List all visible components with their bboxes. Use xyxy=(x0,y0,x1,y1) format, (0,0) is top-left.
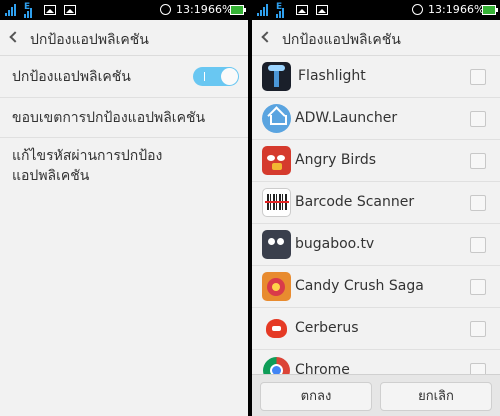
app-row-bugaboo-tv[interactable]: bugaboo.tv xyxy=(252,224,500,266)
app-name: Cerberus xyxy=(295,320,359,336)
cerberus-icon xyxy=(262,314,291,343)
battery-percent: 66% xyxy=(460,3,485,16)
status-bar: E 13:19 66% xyxy=(252,0,500,20)
page-title: ปกป้องแอปพลิเคชัน xyxy=(282,32,401,48)
image-notification-icon xyxy=(64,5,76,15)
setting-label: ปกป้องแอปพลิเคชัน xyxy=(12,69,131,85)
signal-icon xyxy=(5,4,18,16)
app-name: ADW.Launcher xyxy=(295,110,398,126)
adw-launcher-icon xyxy=(262,104,291,133)
app-name: Candy Crush Saga xyxy=(295,278,424,294)
edge-signal-icon: E xyxy=(24,2,36,18)
back-arrow-icon[interactable] xyxy=(9,31,21,43)
bottom-action-bar: ตกลง ยกเลิก xyxy=(252,374,500,416)
alarm-icon xyxy=(412,4,423,15)
app-checkbox[interactable] xyxy=(470,111,486,127)
flashlight-icon xyxy=(262,62,291,91)
battery-charging-icon xyxy=(230,5,246,15)
setting-change-password[interactable]: แก้ไขรหัสผ่านการปกป้องแอปพลิเคชัน xyxy=(0,138,248,186)
battery-percent: 66% xyxy=(208,3,233,16)
angry-birds-icon xyxy=(262,146,291,175)
app-row-angry-birds[interactable]: Angry Birds xyxy=(252,140,500,182)
app-name: Barcode Scanner xyxy=(295,194,415,210)
title-bar: ปกป้องแอปพลิเคชัน xyxy=(252,20,500,56)
page-title: ปกป้องแอปพลิเคชัน xyxy=(30,32,149,48)
status-time: 13:19 xyxy=(176,3,208,16)
battery-charging-icon xyxy=(482,5,498,15)
status-time: 13:19 xyxy=(428,3,460,16)
image-notification-icon xyxy=(296,5,308,15)
cancel-button[interactable]: ยกเลิก xyxy=(380,382,492,411)
app-row-barcode-scanner[interactable]: Barcode Scanner xyxy=(252,182,500,224)
edge-signal-icon: E xyxy=(276,2,288,18)
left-screen: E 13:19 66% ปกป้องแอปพลิเคชัน ปกป้องแอปพ… xyxy=(0,0,248,416)
setting-label: แก้ไขรหัสผ่านการปกป้องแอปพลิเคชัน xyxy=(12,148,163,184)
alarm-icon xyxy=(160,4,171,15)
app-name: Angry Birds xyxy=(295,152,377,168)
barcode-scanner-icon xyxy=(262,188,291,217)
back-arrow-icon[interactable] xyxy=(261,31,273,43)
app-checkbox[interactable] xyxy=(470,69,486,85)
signal-icon xyxy=(257,4,270,16)
app-checkbox[interactable] xyxy=(470,195,486,211)
right-screen: E 13:19 66% ปกป้องแอปพลิเคชัน Flashlight… xyxy=(252,0,500,416)
app-row-candy-crush[interactable]: Candy Crush Saga xyxy=(252,266,500,308)
app-name: bugaboo.tv xyxy=(295,236,375,252)
toggle-on-mark xyxy=(204,72,205,81)
image-notification-icon xyxy=(316,5,328,15)
setting-app-protection[interactable]: ปกป้องแอปพลิเคชัน xyxy=(0,56,248,98)
app-checkbox[interactable] xyxy=(470,237,486,253)
setting-protection-scope[interactable]: ขอบเขตการปกป้องแอปพลิเคชัน xyxy=(0,98,248,138)
candy-crush-icon xyxy=(262,272,291,301)
app-row-cerberus[interactable]: Cerberus xyxy=(252,308,500,350)
ok-button[interactable]: ตกลง xyxy=(260,382,372,411)
image-notification-icon xyxy=(44,5,56,15)
app-protection-toggle[interactable] xyxy=(193,67,239,86)
toggle-knob xyxy=(221,68,238,85)
title-bar: ปกป้องแอปพลิเคชัน xyxy=(0,20,248,56)
app-checkbox[interactable] xyxy=(470,153,486,169)
setting-label: ขอบเขตการปกป้องแอปพลิเคชัน xyxy=(12,110,206,126)
bugaboo-tv-icon xyxy=(262,230,291,259)
status-bar: E 13:19 66% xyxy=(0,0,248,20)
app-checkbox[interactable] xyxy=(470,321,486,337)
app-row-flashlight[interactable]: Flashlight xyxy=(252,56,500,98)
app-checkbox[interactable] xyxy=(470,279,486,295)
app-name: Flashlight xyxy=(298,68,366,84)
app-row-adw-launcher[interactable]: ADW.Launcher xyxy=(252,98,500,140)
